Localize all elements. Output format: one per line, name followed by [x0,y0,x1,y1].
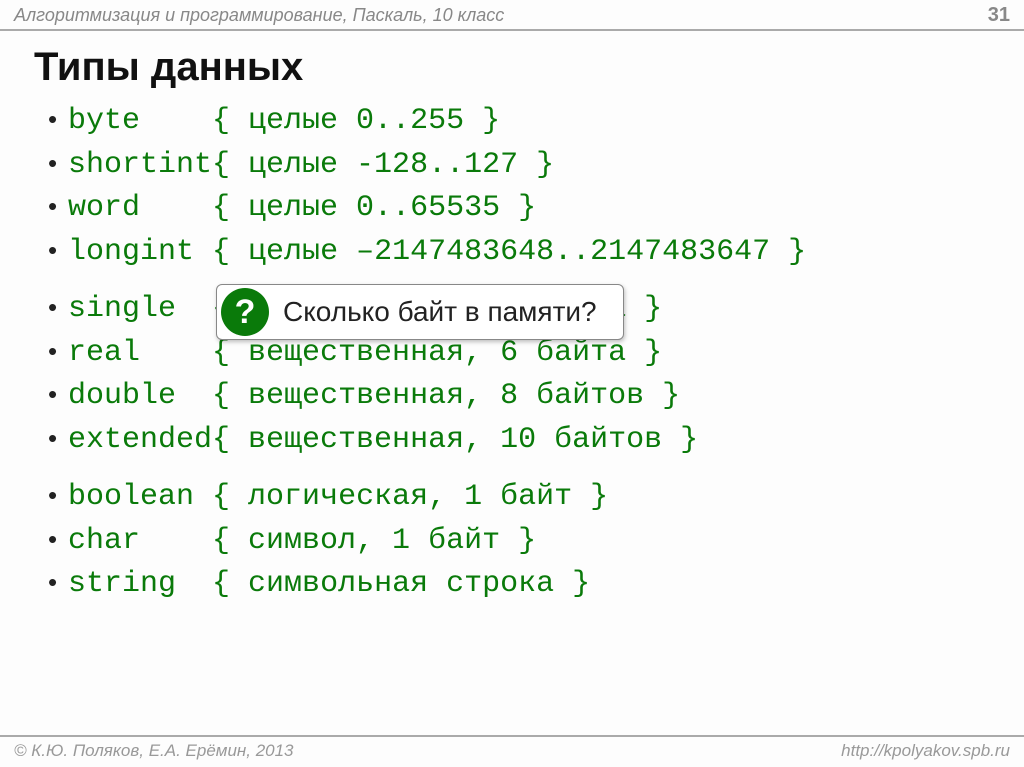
slide-title: Типы данных [0,31,1024,100]
bullet-icon: • [48,289,68,327]
type-row: •shortint { целые -128..127 } [48,144,1014,188]
type-row: •char { символ, 1 байт } [48,520,1014,564]
type-row: •string { символьная строка } [48,563,1014,607]
type-row: •word { целые 0..65535 } [48,187,1014,231]
bullet-icon: • [48,521,68,559]
copyright-text: © К.Ю. Поляков, Е.А. Ерёмин, 2013 [14,741,294,761]
content-area: •byte { целые 0..255 } •shortint { целые… [0,100,1024,607]
type-row: •longint { целые –2147483648..2147483647… [48,231,1014,275]
type-row: •byte { целые 0..255 } [48,100,1014,144]
bullet-icon: • [48,564,68,602]
bullet-icon: • [48,333,68,371]
question-callout: ? Сколько байт в памяти? [216,284,624,340]
bullet-icon: • [48,232,68,270]
slide-header: Алгоритмизация и программирование, Паска… [0,0,1024,31]
page-number: 31 [988,4,1010,27]
bullet-icon: • [48,188,68,226]
footer-url: http://kpolyakov.spb.ru [841,741,1010,761]
slide-footer: © К.Ю. Поляков, Е.А. Ерёмин, 2013 http:/… [0,735,1024,767]
question-mark-icon: ? [221,288,269,336]
bullet-icon: • [48,101,68,139]
bullet-icon: • [48,420,68,458]
callout-text: Сколько байт в памяти? [283,296,597,328]
bullet-icon: • [48,376,68,414]
subject-text: Алгоритмизация и программирование, Паска… [14,5,504,26]
bullet-icon: • [48,145,68,183]
bullet-icon: • [48,477,68,515]
type-row: •double { вещественная, 8 байтов } [48,375,1014,419]
type-row: •boolean { логическая, 1 байт } [48,476,1014,520]
type-row: •extended { вещественная, 10 байтов } [48,419,1014,463]
